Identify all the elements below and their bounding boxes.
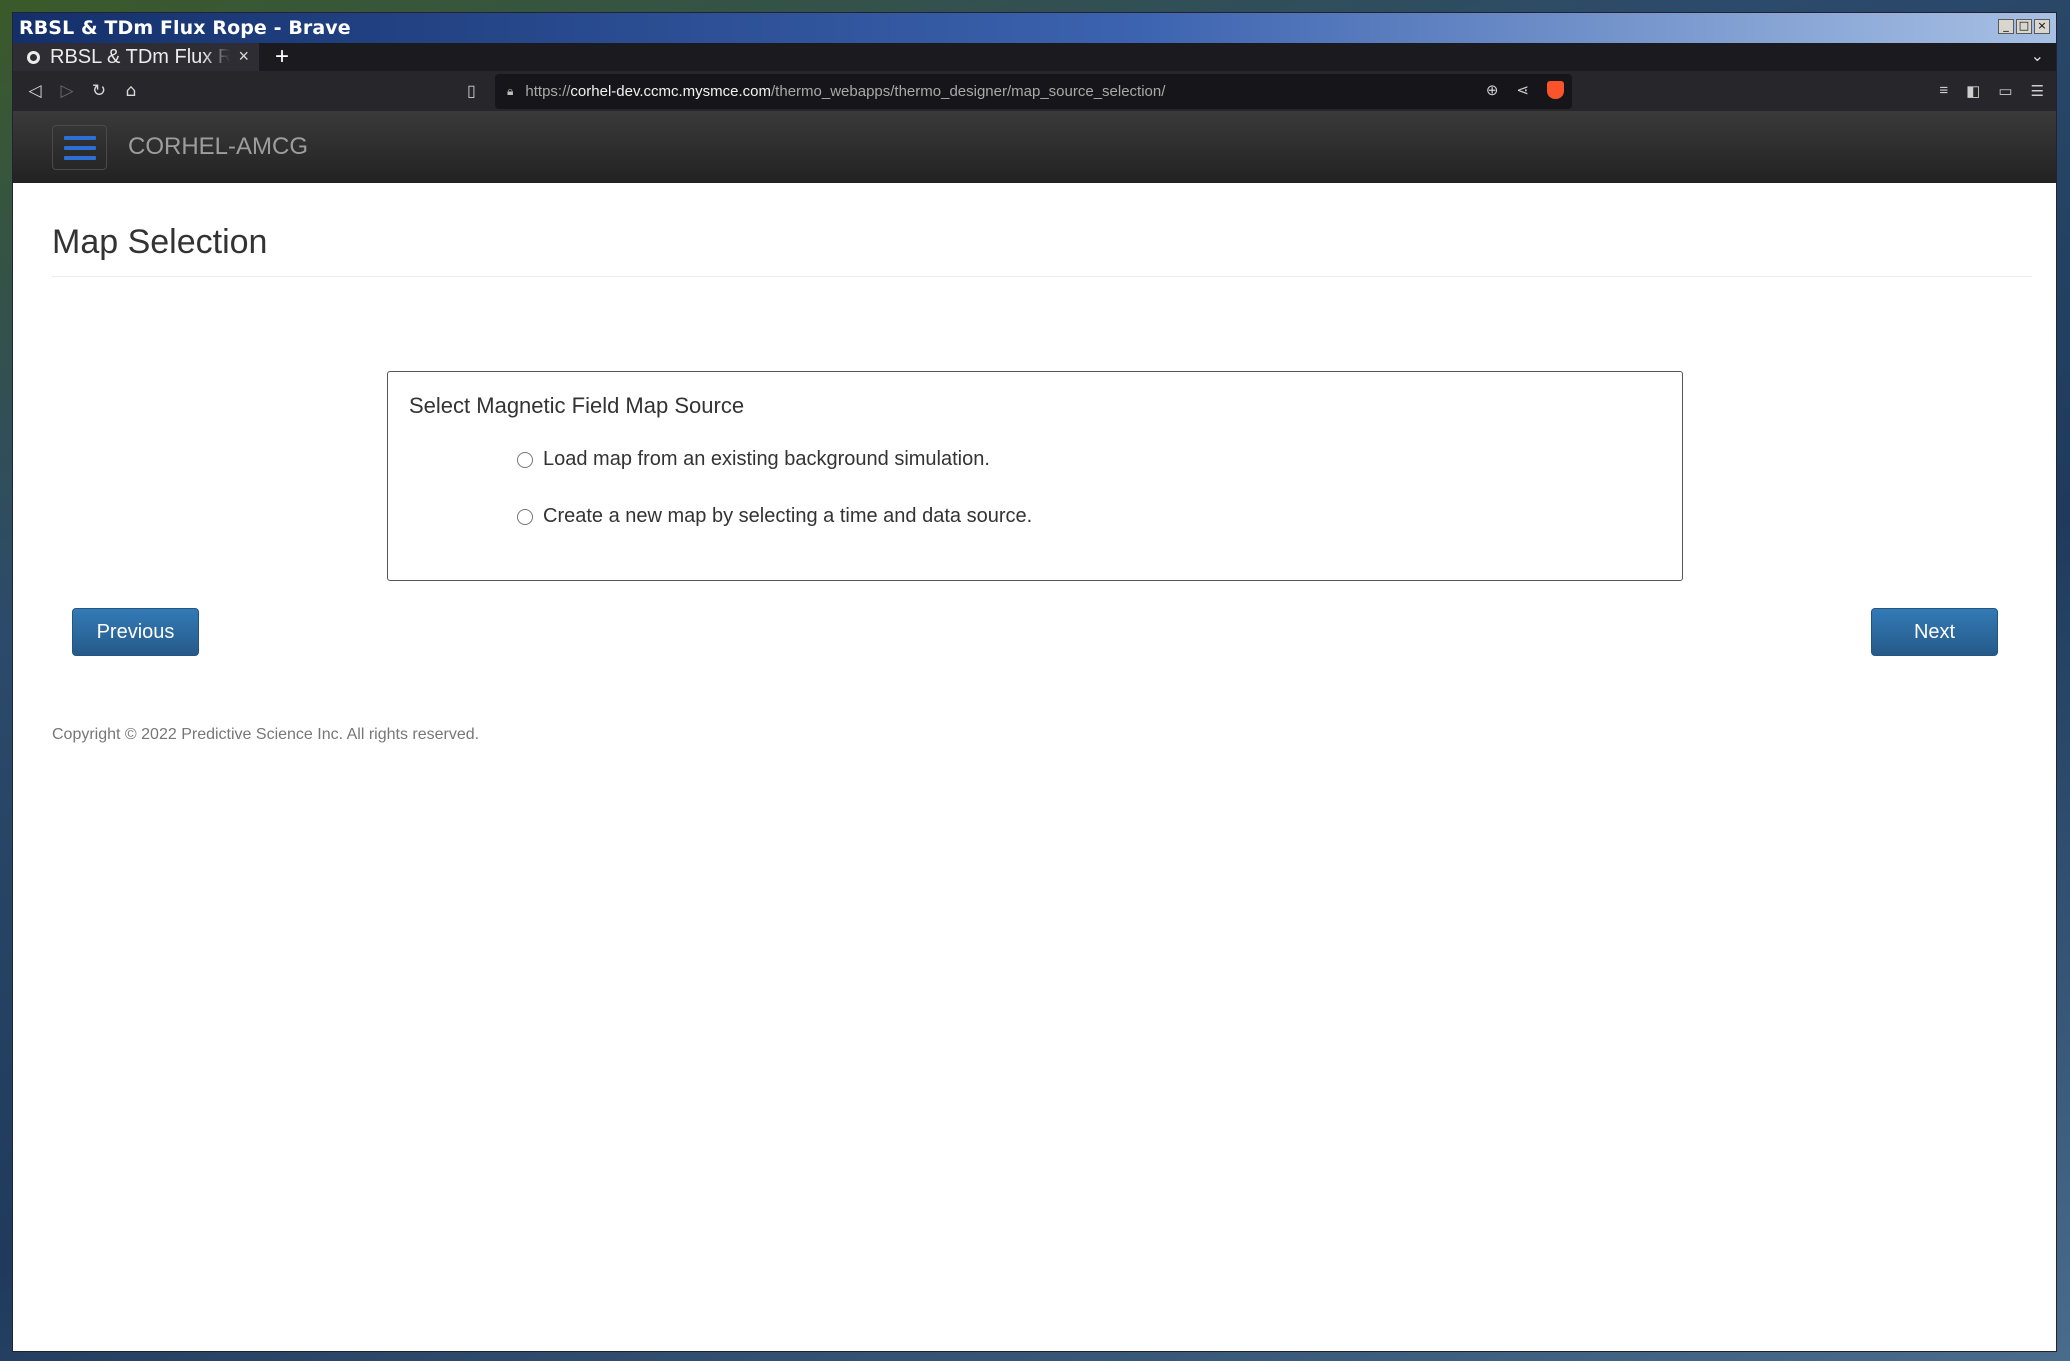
close-icon[interactable]: × (2034, 19, 2050, 34)
page-title: Map Selection (52, 223, 268, 261)
tab-active[interactable]: RBSL & TDm Flux R × (13, 43, 259, 71)
site-navbar: CORHEL-AMCG (13, 111, 2056, 183)
brave-shields-icon[interactable] (1547, 81, 1564, 99)
url-path: /thermo_webapps/thermo_designer/map_sour… (771, 83, 1166, 100)
page-header: Map Selection (52, 223, 2032, 277)
option-create-new[interactable]: Create a new map by selecting a time and… (517, 505, 1032, 528)
site-brand[interactable]: CORHEL-AMCG (128, 133, 308, 161)
url-prefix: https:// (525, 83, 571, 100)
minimize-icon[interactable]: _ (1998, 19, 2014, 34)
tab-strip: RBSL & TDm Flux R × + ⌄ (13, 43, 2056, 71)
previous-button[interactable]: Previous (72, 608, 199, 656)
option-load-existing[interactable]: Load map from an existing background sim… (517, 448, 990, 471)
new-tab-icon[interactable]: + (275, 45, 289, 69)
window-titlebar[interactable]: RBSL & TDm Flux Rope - Brave _ □ × (13, 13, 2056, 43)
lock-icon: 🔒︎ (507, 84, 514, 98)
forward-icon[interactable]: ▷ (51, 81, 83, 101)
maximize-icon[interactable]: □ (2016, 19, 2032, 34)
tab-label: RBSL & TDm Flux R (50, 45, 230, 68)
footer-copyright: Copyright © 2022 Predictive Science Inc.… (52, 726, 480, 743)
reload-icon[interactable]: ↻ (83, 81, 115, 101)
back-icon[interactable]: ◁ (19, 81, 51, 101)
tab-close-icon[interactable]: × (238, 46, 249, 67)
url-host: corhel-dev.ccmc.mysmce.com (570, 83, 772, 100)
bookmark-icon[interactable]: ▯ (467, 81, 476, 101)
favicon-icon (27, 50, 40, 64)
window-controls: _ □ × (1998, 19, 2050, 34)
option-label: Load map from an existing background sim… (543, 448, 990, 470)
sidebar-icon[interactable]: ◧ (1966, 82, 1980, 100)
zoom-icon[interactable]: ⊕ (1486, 81, 1499, 99)
map-source-panel: Select Magnetic Field Map Source Load ma… (387, 371, 1683, 581)
window-title: RBSL & TDm Flux Rope - Brave (19, 17, 351, 39)
address-bar[interactable]: 🔒︎ https://corhel-dev.ccmc.mysmce.com/th… (495, 74, 1572, 109)
address-bar-actions: ⊕ ⋖ (1486, 81, 1564, 99)
next-button[interactable]: Next (1871, 608, 1998, 656)
home-icon[interactable]: ⌂ (115, 81, 147, 101)
browser-toolbar: ◁ ▷ ↻ ⌂ ▯ 🔒︎ https://corhel-dev.ccmc.mys… (13, 71, 2056, 111)
toolbar-right-icons: ≡ ◧ ▭ ☰ (1939, 82, 2044, 100)
radio-button-load-existing[interactable] (517, 451, 533, 468)
share-icon[interactable]: ⋖ (1516, 81, 1529, 99)
page-content: CORHEL-AMCG Map Selection Select Magneti… (13, 111, 2056, 1351)
radio-button-create-new[interactable] (517, 508, 533, 525)
wallet-icon[interactable]: ▭ (1998, 82, 2012, 100)
option-label: Create a new map by selecting a time and… (543, 505, 1033, 527)
browser-window: RBSL & TDm Flux Rope - Brave _ □ × RBSL … (13, 13, 2056, 1351)
hamburger-icon[interactable] (52, 125, 107, 170)
panel-title: Select Magnetic Field Map Source (409, 393, 745, 418)
playlist-icon[interactable]: ≡ (1939, 82, 1948, 100)
chevron-down-icon[interactable]: ⌄ (2031, 46, 2044, 66)
menu-icon[interactable]: ☰ (2031, 82, 2044, 100)
